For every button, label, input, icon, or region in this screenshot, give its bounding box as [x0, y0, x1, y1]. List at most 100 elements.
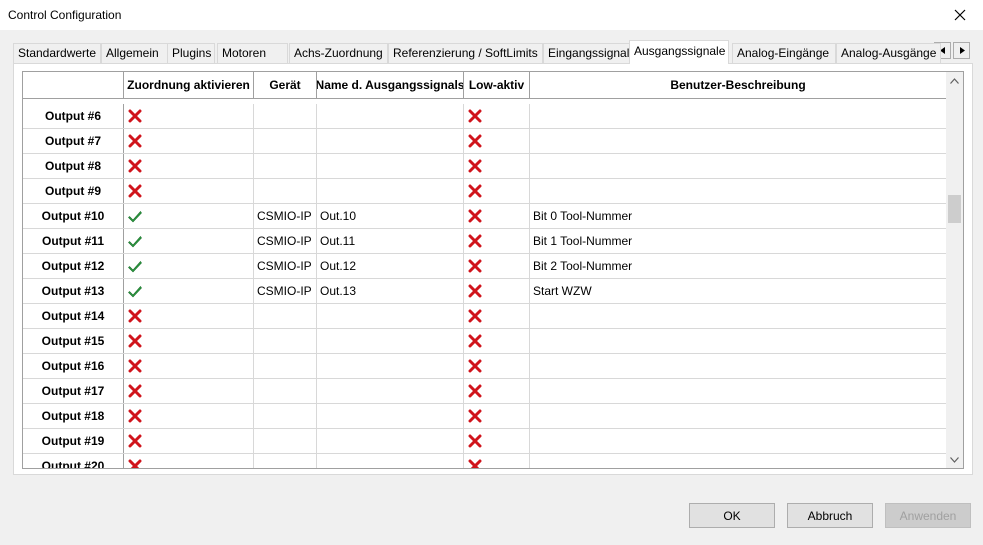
scroll-up-button[interactable]: [946, 72, 963, 89]
low-active-cell[interactable]: [464, 104, 530, 128]
user-description-cell[interactable]: [530, 104, 946, 128]
table-row[interactable]: Output #9: [23, 179, 946, 204]
user-description-cell[interactable]: Start WZW: [530, 279, 946, 303]
tab-motoren[interactable]: Motoren: [217, 43, 288, 63]
apply-button[interactable]: Anwenden: [885, 503, 971, 528]
device-cell[interactable]: [254, 454, 317, 468]
table-row[interactable]: Output #8: [23, 154, 946, 179]
user-description-cell[interactable]: Bit 2 Tool-Nummer: [530, 254, 946, 278]
tab-scroll-right-button[interactable]: [953, 42, 970, 59]
ok-button[interactable]: OK: [689, 503, 775, 528]
tab-eingangssignale[interactable]: Eingangssignale: [543, 43, 642, 63]
table-row[interactable]: Output #17: [23, 379, 946, 404]
tab-ausgangssignale[interactable]: Ausgangssignale: [629, 40, 729, 64]
user-description-cell[interactable]: [530, 429, 946, 453]
assignment-enabled-cell[interactable]: [124, 354, 254, 378]
assignment-enabled-cell[interactable]: [124, 154, 254, 178]
device-cell[interactable]: [254, 104, 317, 128]
table-row[interactable]: Output #14: [23, 304, 946, 329]
device-cell[interactable]: CSMIO-IP: [254, 279, 317, 303]
table-row[interactable]: Output #11 CSMIO-IP Out.11 Bit 1 Tool-Numme…: [23, 229, 946, 254]
signal-name-cell[interactable]: [317, 179, 464, 203]
tab-standardwerte[interactable]: Standardwerte: [13, 43, 101, 63]
header-device-column[interactable]: Gerät: [254, 72, 317, 98]
signal-name-cell[interactable]: [317, 429, 464, 453]
device-cell[interactable]: [254, 154, 317, 178]
low-active-cell[interactable]: [464, 304, 530, 328]
assignment-enabled-cell[interactable]: [124, 129, 254, 153]
user-description-cell[interactable]: [530, 379, 946, 403]
tab-analog-eingänge[interactable]: Analog-Eingänge: [732, 43, 836, 63]
low-active-cell[interactable]: [464, 154, 530, 178]
assignment-enabled-cell[interactable]: [124, 454, 254, 468]
scroll-thumb[interactable]: [948, 195, 961, 223]
user-description-cell[interactable]: [530, 129, 946, 153]
assignment-enabled-cell[interactable]: [124, 179, 254, 203]
device-cell[interactable]: [254, 179, 317, 203]
user-description-cell[interactable]: [530, 154, 946, 178]
device-cell[interactable]: CSMIO-IP: [254, 204, 317, 228]
user-description-cell[interactable]: [530, 179, 946, 203]
table-row[interactable]: Output #10 CSMIO-IP Out.10 Bit 0 Tool-Numme…: [23, 204, 946, 229]
tab-achs-zuordnung[interactable]: Achs-Zuordnung: [289, 43, 388, 63]
low-active-cell[interactable]: [464, 354, 530, 378]
user-description-cell[interactable]: [530, 304, 946, 328]
user-description-cell[interactable]: [530, 404, 946, 428]
assignment-enabled-cell[interactable]: [124, 204, 254, 228]
user-description-cell[interactable]: [530, 454, 946, 468]
device-cell[interactable]: [254, 129, 317, 153]
low-active-cell[interactable]: [464, 129, 530, 153]
user-description-cell[interactable]: [530, 354, 946, 378]
header-row-header-column[interactable]: [23, 72, 124, 98]
signal-name-cell[interactable]: [317, 304, 464, 328]
low-active-cell[interactable]: [464, 404, 530, 428]
assignment-enabled-cell[interactable]: [124, 329, 254, 353]
low-active-cell[interactable]: [464, 229, 530, 253]
low-active-cell[interactable]: [464, 429, 530, 453]
header-low-active-column[interactable]: Low-aktiv: [464, 72, 530, 98]
signal-name-cell[interactable]: [317, 354, 464, 378]
assignment-enabled-cell[interactable]: [124, 104, 254, 128]
assignment-enabled-cell[interactable]: [124, 279, 254, 303]
device-cell[interactable]: [254, 379, 317, 403]
device-cell[interactable]: [254, 354, 317, 378]
device-cell[interactable]: [254, 329, 317, 353]
close-button[interactable]: [937, 0, 983, 30]
signal-name-cell[interactable]: [317, 129, 464, 153]
signal-name-cell[interactable]: Out.13: [317, 279, 464, 303]
header-signal-name-column[interactable]: Name d. Ausgangssignals: [317, 72, 464, 98]
low-active-cell[interactable]: [464, 379, 530, 403]
tab-referenzierung-softlimits[interactable]: Referenzierung / SoftLimits: [388, 43, 543, 63]
signal-name-cell[interactable]: [317, 379, 464, 403]
table-row[interactable]: Output #20: [23, 454, 946, 468]
table-row[interactable]: Output #12 CSMIO-IP Out.12 Bit 2 Tool-Numme…: [23, 254, 946, 279]
header-user-description-column[interactable]: Benutzer-Beschreibung: [530, 72, 946, 98]
tab-analog-ausgänge[interactable]: Analog-Ausgänge: [836, 43, 941, 63]
user-description-cell[interactable]: Bit 1 Tool-Nummer: [530, 229, 946, 253]
assignment-enabled-cell[interactable]: [124, 404, 254, 428]
signal-name-cell[interactable]: [317, 404, 464, 428]
table-row[interactable]: Output #18: [23, 404, 946, 429]
table-row[interactable]: Output #16: [23, 354, 946, 379]
device-cell[interactable]: CSMIO-IP: [254, 254, 317, 278]
table-row[interactable]: Output #6: [23, 104, 946, 129]
low-active-cell[interactable]: [464, 179, 530, 203]
signal-name-cell[interactable]: [317, 329, 464, 353]
assignment-enabled-cell[interactable]: [124, 254, 254, 278]
low-active-cell[interactable]: [464, 279, 530, 303]
low-active-cell[interactable]: [464, 454, 530, 468]
low-active-cell[interactable]: [464, 329, 530, 353]
signal-name-cell[interactable]: Out.10: [317, 204, 464, 228]
device-cell[interactable]: CSMIO-IP: [254, 229, 317, 253]
assignment-enabled-cell[interactable]: [124, 429, 254, 453]
signal-name-cell[interactable]: [317, 454, 464, 468]
device-cell[interactable]: [254, 404, 317, 428]
user-description-cell[interactable]: [530, 329, 946, 353]
assignment-enabled-cell[interactable]: [124, 304, 254, 328]
signal-name-cell[interactable]: Out.11: [317, 229, 464, 253]
assignment-enabled-cell[interactable]: [124, 229, 254, 253]
low-active-cell[interactable]: [464, 254, 530, 278]
scroll-down-button[interactable]: [946, 451, 963, 468]
table-row[interactable]: Output #15: [23, 329, 946, 354]
header-assignment-enabled-column[interactable]: Zuordnung aktivieren: [124, 72, 254, 98]
